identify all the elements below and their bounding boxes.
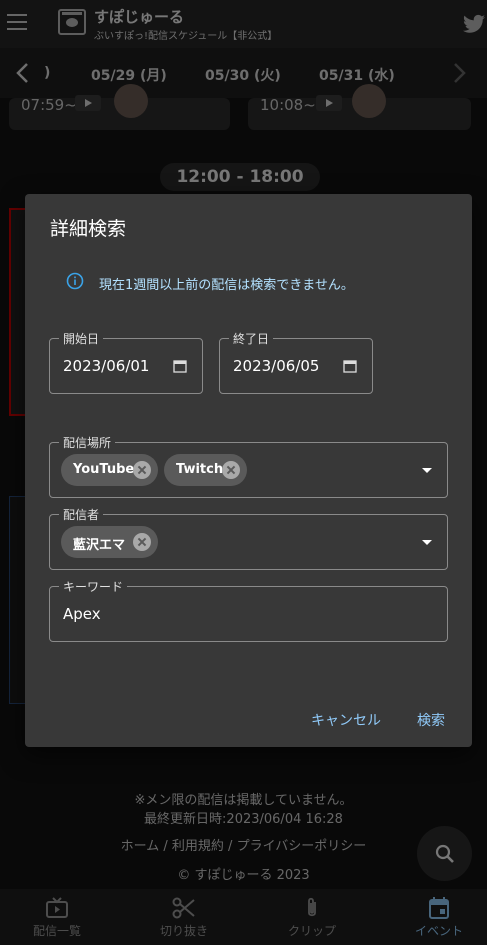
chip-label: Twitch (176, 462, 224, 477)
end-date-field[interactable]: 終了日 2023/06/05 (219, 330, 373, 394)
start-date-value[interactable]: 2023/06/01 (63, 357, 149, 375)
chip-label: 藍沢エマ (73, 538, 126, 553)
start-date-label: 開始日 (59, 330, 104, 347)
advanced-search-dialog: 詳細検索 現在1週間以上前の配信は検索できません。 開始日 2023/06/01… (25, 194, 472, 747)
search-button[interactable]: 検索 (417, 710, 445, 730)
chip-delete-icon[interactable] (222, 461, 240, 479)
end-date-label: 終了日 (229, 330, 274, 347)
platform-select[interactable]: 配信場所 YouTube Twitch (49, 434, 448, 498)
chip-label: YouTube (73, 462, 135, 477)
keyword-field[interactable]: キーワード Apex (49, 578, 448, 642)
chip-delete-icon[interactable] (133, 533, 151, 551)
info-message: 現在1週間以上前の配信は検索できません。 (99, 278, 354, 293)
start-date-field[interactable]: 開始日 2023/06/01 (49, 330, 203, 394)
keyword-label: キーワード (59, 578, 128, 595)
end-date-value[interactable]: 2023/06/05 (233, 357, 319, 375)
streamer-label: 配信者 (59, 506, 104, 523)
chip-youtube: YouTube (61, 454, 158, 486)
platform-label: 配信場所 (59, 434, 116, 451)
dialog-title: 詳細検索 (50, 218, 127, 240)
dropdown-arrow-icon[interactable] (422, 468, 432, 473)
keyword-input[interactable]: Apex (63, 605, 101, 623)
dropdown-arrow-icon[interactable] (422, 540, 432, 545)
chip-streamer: 藍沢エマ (61, 526, 158, 558)
cancel-button[interactable]: キャンセル (311, 710, 381, 730)
chip-twitch: Twitch (164, 454, 247, 486)
info-icon (66, 272, 84, 290)
calendar-icon[interactable] (343, 359, 357, 373)
streamer-select[interactable]: 配信者 藍沢エマ (49, 506, 448, 570)
chip-delete-icon[interactable] (133, 461, 151, 479)
calendar-icon[interactable] (173, 359, 187, 373)
